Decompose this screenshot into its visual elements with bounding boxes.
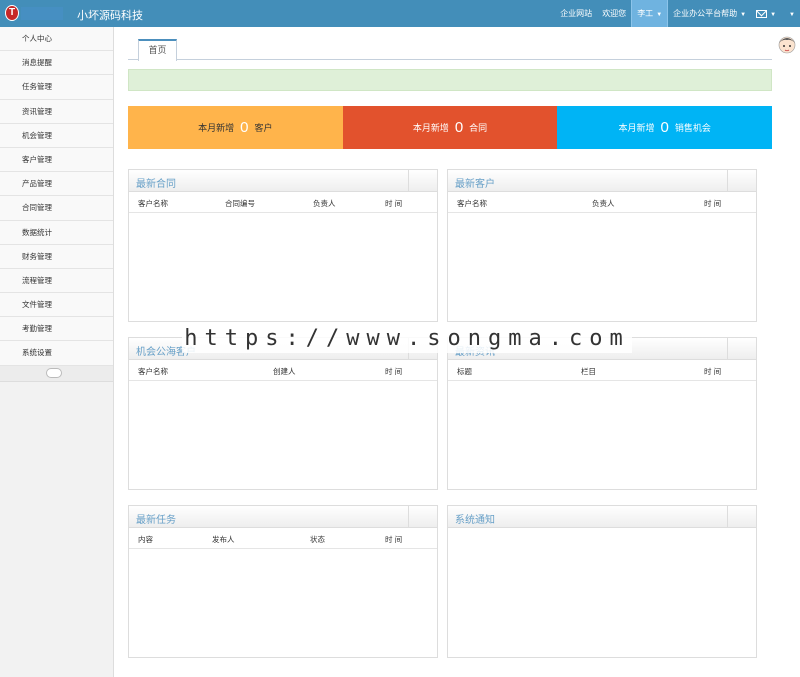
stat-value: 0 — [454, 119, 464, 136]
stat-suffix: 销售机会 — [674, 123, 711, 133]
sidebar-item-products[interactable]: 产品管理 — [0, 172, 113, 197]
col-time: 时 间 — [385, 535, 403, 544]
stats-row: 本月新增 0 客户 本月新增 0 合同 本月新增 0 销售机会 — [128, 106, 773, 149]
col-time: 时 间 — [704, 199, 722, 208]
avatar-icon[interactable] — [777, 33, 797, 55]
watermark: https://www.songma.com — [182, 325, 632, 353]
sidebar-item-statistics[interactable]: 数据统计 — [0, 220, 113, 245]
mail-menu[interactable]: ▼ — [751, 0, 781, 27]
stat-prefix: 本月新增 — [198, 123, 235, 133]
panel-title: 最新客户 — [455, 179, 495, 190]
mail-icon — [756, 9, 768, 18]
sidebar-item-finance[interactable]: 财务管理 — [0, 244, 113, 269]
col-publisher: 发布人 — [212, 535, 235, 544]
col-status: 状态 — [310, 535, 325, 544]
panel-header: 最新客户 — [448, 170, 756, 192]
alert-bar — [128, 69, 772, 91]
sidebar-item-customers[interactable]: 客户管理 — [0, 147, 113, 173]
chevron-down-icon: ▼ — [656, 12, 663, 18]
panel-title: 最新任务 — [136, 515, 176, 526]
sidebar-item-settings[interactable]: 系统设置 — [0, 341, 113, 366]
sidebar-item-tasks[interactable]: 任务管理 — [0, 75, 113, 100]
panel-system-notices: 系统通知 — [447, 505, 757, 658]
panel-latest-tasks: 最新任务 内容 发布人 状态 时 间 — [128, 505, 438, 658]
sidebar-item-contracts[interactable]: 合同管理 — [0, 196, 113, 221]
table-header: 客户名称 创建人 时 间 — [129, 360, 437, 381]
chevron-down-icon: ▼ — [770, 12, 777, 18]
sidebar-item-opportunities[interactable]: 机会管理 — [0, 123, 113, 148]
panel-tool[interactable] — [727, 338, 756, 359]
sidebar-item-attendance[interactable]: 考勤管理 — [0, 317, 113, 342]
help-label: 企业办公平台帮助 — [673, 9, 738, 18]
sidebar-collapse-toggle[interactable] — [46, 367, 62, 378]
col-owner: 负责人 — [313, 199, 336, 208]
panel-public-opportunities: 机会公海客户 客户名称 创建人 时 间 — [128, 337, 438, 490]
col-owner: 负责人 — [592, 199, 615, 208]
stat-value: 0 — [240, 119, 249, 136]
extra-menu[interactable]: ▼ — [781, 0, 800, 27]
col-time: 时 间 — [385, 367, 403, 376]
col-time: 时 间 — [704, 367, 722, 376]
top-header: T 小坏源码科技 企业网站 欢迎您 李工 ▼ 企业办公平台帮助 ▼ ▼ ▼ — [0, 0, 800, 27]
stat-value: 0 — [660, 119, 669, 136]
user-name: 李工 — [637, 9, 654, 18]
panel-latest-contracts: 最新合同 客户名称 合同编号 负责人 时 间 — [128, 169, 438, 322]
stat-prefix: 本月新增 — [412, 123, 449, 133]
table-header: 标题 栏目 时 间 — [448, 360, 756, 381]
user-menu[interactable]: 李工 ▼ — [631, 0, 669, 27]
table-header: 客户名称 负责人 时 间 — [448, 192, 756, 213]
col-title: 标题 — [457, 367, 472, 376]
col-customer: 客户名称 — [138, 367, 168, 376]
stat-prefix: 本月新增 — [618, 123, 655, 133]
panel-tool[interactable] — [727, 170, 756, 191]
sidebar: 个人中心 消息提醒 任务管理 资讯管理 机会管理 客户管理 产品管理 合同管理 … — [0, 27, 114, 677]
col-creator: 创建人 — [273, 367, 296, 376]
panel-header: 系统通知 — [448, 506, 756, 528]
chevron-down-icon: ▼ — [740, 12, 747, 18]
table-header: 客户名称 合同编号 负责人 时 间 — [129, 192, 437, 213]
header-nav: 企业网站 欢迎您 李工 ▼ 企业办公平台帮助 ▼ ▼ ▼ — [555, 0, 800, 27]
panel-latest-news: 最新资讯 标题 栏目 时 间 — [447, 337, 757, 490]
stat-new-opportunities[interactable]: 本月新增 0 销售机会 — [557, 106, 773, 149]
welcome-text: 欢迎您 — [602, 9, 627, 18]
sidebar-collapse-bar — [0, 365, 113, 382]
panel-header: 最新任务 — [129, 506, 437, 528]
sidebar-item-news[interactable]: 资讯管理 — [0, 99, 113, 124]
brand-logo — [21, 7, 63, 20]
sidebar-item-workflow[interactable]: 流程管理 — [0, 268, 113, 294]
help-menu[interactable]: 企业办公平台帮助 ▼ — [668, 0, 751, 27]
panel-title: 最新合同 — [136, 179, 176, 190]
stat-suffix: 合同 — [469, 123, 488, 133]
col-content: 内容 — [138, 535, 153, 544]
sidebar-item-messages[interactable]: 消息提醒 — [0, 51, 113, 76]
stat-new-customers[interactable]: 本月新增 0 客户 — [128, 106, 343, 149]
table-header: 内容 发布人 状态 时 间 — [129, 528, 437, 549]
stat-suffix: 客户 — [254, 123, 273, 133]
col-category: 栏目 — [581, 367, 596, 376]
panel-tool[interactable] — [727, 506, 756, 527]
logo-icon[interactable]: T — [5, 5, 19, 21]
sidebar-item-files[interactable]: 文件管理 — [0, 293, 113, 318]
col-customer: 客户名称 — [457, 199, 487, 208]
col-customer: 客户名称 — [138, 199, 168, 208]
col-contract-no: 合同编号 — [225, 199, 255, 208]
panel-header: 最新合同 — [129, 170, 437, 192]
chevron-down-icon: ▼ — [789, 12, 795, 18]
site-link[interactable]: 企业网站 — [555, 0, 597, 27]
sidebar-item-profile[interactable]: 个人中心 — [0, 27, 113, 52]
panel-tool[interactable] — [408, 506, 437, 527]
panel-title: 系统通知 — [455, 515, 495, 526]
tab-home[interactable]: 首页 — [138, 39, 177, 61]
col-time: 时 间 — [385, 199, 403, 208]
panel-latest-customers: 最新客户 客户名称 负责人 时 间 — [447, 169, 757, 322]
panel-tool[interactable] — [408, 170, 437, 191]
tab-bar: 首页 — [128, 37, 772, 61]
stat-new-contracts[interactable]: 本月新增 0 合同 — [342, 106, 558, 149]
app-title: 小坏源码科技 — [77, 10, 143, 22]
